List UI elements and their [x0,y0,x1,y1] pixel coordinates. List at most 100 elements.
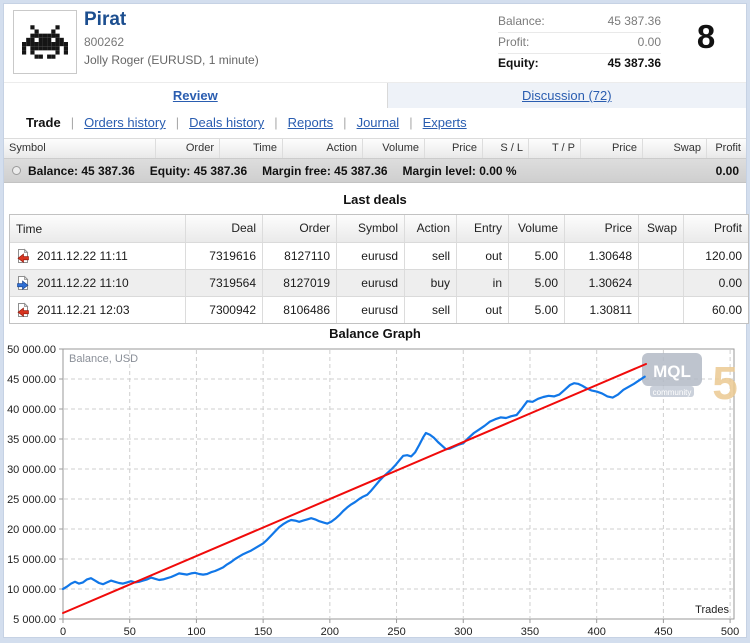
tab-label: Discussion (72) [522,88,612,103]
svg-text:0: 0 [60,626,66,638]
deal-cell: 5.00 [509,297,565,323]
svg-text:50: 50 [124,626,136,638]
position-marker-icon [12,166,21,175]
svg-text:100: 100 [187,626,205,638]
svg-text:200: 200 [321,626,339,638]
positions-col-header: Profit [715,142,741,154]
subnav-item-deals-history[interactable]: Deals history [189,115,264,130]
svg-text:5 000.00: 5 000.00 [13,614,56,626]
signal-subtitle: Jolly Roger (EURUSD, 1 minute) [84,53,259,67]
svg-text:300: 300 [454,626,472,638]
account-number: 800262 [84,35,125,49]
subnav-separator: | [70,115,75,130]
subnav-separator: | [409,115,413,130]
positions-col-header: Action [283,139,363,158]
tab-review[interactable]: Review [4,83,388,109]
deals-col-header: Profit [713,221,742,235]
svg-text:10 000.00: 10 000.00 [7,584,56,596]
deal-cell: 2011.12.22 11:11 [10,243,186,269]
svg-text:15 000.00: 15 000.00 [7,554,56,566]
deal-cell [639,243,684,269]
deals-col-header: Action [405,215,457,242]
deal-cell [639,297,684,323]
tab-label: Review [172,88,218,103]
positions-col-header: Swap [643,139,707,158]
deal-cell: eurusd [337,270,405,296]
subnav-item-journal[interactable]: Journal [357,115,400,130]
svg-text:35 000.00: 35 000.00 [7,434,56,446]
deal-cell: 5.00 [509,270,565,296]
deals-col-header: Volume [509,215,565,242]
deal-out-icon [16,248,30,264]
deal-cell: 120.00 [705,249,742,263]
svg-text:45 000.00: 45 000.00 [7,374,56,386]
deal-cell: 7319564 [186,270,263,296]
positions-col-header: Price [425,139,483,158]
deals-header-row: Time Deal Order Symbol Action Entry Volume Pric… [10,215,748,242]
svg-text:Balance, USD: Balance, USD [69,353,138,365]
deal-cell: 1.30811 [565,297,639,323]
deal-in-icon [16,275,30,291]
svg-text:450: 450 [654,626,672,638]
deals-col-header: Entry [457,215,509,242]
deal-cell: 1.30624 [565,270,639,296]
tab-discussion[interactable]: Discussion (72) [387,83,746,109]
positions-table-header: Symbol Order Time Action Volume Price S / LT /… [4,138,746,159]
subnav-item-orders-history[interactable]: Orders history [84,115,166,130]
deals-col-header: Price [565,215,639,242]
deal-cell: 8127110 [263,243,337,269]
deal-time: 2011.12.22 11:11 [37,249,128,263]
positions-col-header: S / L [483,139,529,158]
deal-cell [639,270,684,296]
balance-summary-row: Balance: 45 387.36 Equity: 45 387.36 Margi… [4,159,746,183]
last-deals-table: Time Deal Order Symbol Action Entry Volume Pric… [9,214,749,324]
deal-cell: sell [405,243,457,269]
signal-panel: Pirat 800262 Jolly Roger (EURUSD, 1 minu… [3,3,749,638]
header: Pirat 800262 Jolly Roger (EURUSD, 1 minu… [4,4,746,81]
subnav-separator: | [274,115,278,130]
positions-col-header: Order [156,139,220,158]
deals-col-header: Symbol [337,215,405,242]
deal-cell: 8106486 [263,297,337,323]
subnav-item-reports[interactable]: Reports [288,115,334,130]
svg-text:250: 250 [387,626,405,638]
deal-row: 2011.12.22 11:10 7319564 8127019 eurusd buy i… [10,269,748,296]
sub-navigation: Trade | Orders history | Deals history | Repor… [4,108,746,138]
deal-row: 2011.12.21 12:03 7300942 8106486 eurusd sell… [10,296,748,323]
balance-chart-svg: 50 000.00 45 000.00 40 000.00 35 000.00 30 0… [7,344,739,638]
svg-text:20 000.00: 20 000.00 [7,524,56,536]
svg-text:350: 350 [521,626,539,638]
svg-text:community: community [653,388,692,397]
subnav-item-trade[interactable]: Trade [26,115,61,130]
stat-label: Equity: [498,56,539,70]
deal-time: 2011.12.22 11:10 [37,276,129,290]
deal-cell: 7319616 [186,243,263,269]
deal-cell: 2011.12.21 12:03 [10,297,186,323]
summary-item: Margin free: 45 387.36 [262,163,388,178]
deals-col-header: Time [10,215,186,242]
title-block: Pirat 800262 Jolly Roger (EURUSD, 1 minu… [84,9,259,69]
deal-cell: 60.00 [711,303,742,317]
summary-item: Equity: 45 387.36 [149,163,248,178]
summary-profit: 0.00 [715,163,739,178]
stat-row: Profit: 0.00 [498,33,661,54]
positions-table: Symbol Order Time Action Volume Price S / LT /… [4,138,746,183]
deal-cell: eurusd [337,243,405,269]
deal-cell: in [457,270,509,296]
last-deals-title: Last deals [343,192,407,207]
deal-cell: 2011.12.22 11:10 [10,270,186,296]
signal-title[interactable]: Pirat [84,9,259,31]
subnav-separator: | [175,115,180,130]
stat-row: Equity: 45 387.36 [498,54,661,74]
deal-cell: eurusd [337,297,405,323]
svg-text:30 000.00: 30 000.00 [7,464,56,476]
stat-value: 45 387.36 [607,14,661,28]
subnav-item-experts[interactable]: Experts [423,115,467,130]
pirate-avatar-icon [22,25,68,59]
svg-text:40 000.00: 40 000.00 [7,404,56,416]
positions-col-header: T / P [529,139,581,158]
positions-col-header: Price [581,139,643,158]
stat-row: Balance: 45 387.36 [498,12,661,33]
deal-cell: 1.30648 [565,243,639,269]
deal-cell: 0.00 [718,276,742,290]
